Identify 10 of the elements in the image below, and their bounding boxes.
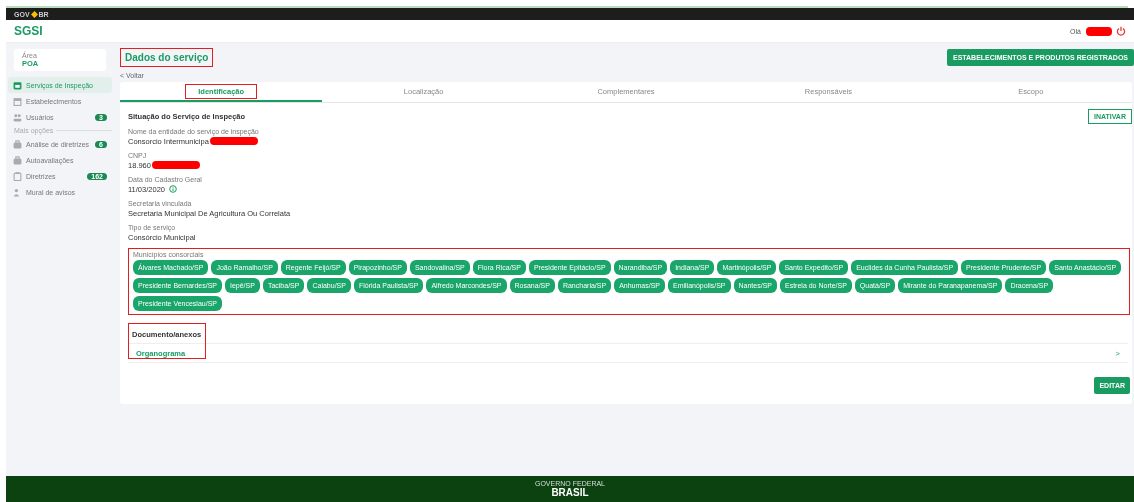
- page-title: Dados do serviço: [120, 48, 214, 67]
- logout-icon[interactable]: [1116, 26, 1126, 36]
- app-name: SGSI: [14, 24, 43, 38]
- info-icon[interactable]: [169, 185, 177, 193]
- store-icon: [13, 96, 22, 106]
- calendar-icon: [13, 80, 22, 90]
- clipboard-icon: [13, 171, 22, 181]
- briefcase-icon: [13, 155, 22, 165]
- briefcase-icon: [13, 139, 22, 149]
- users-icon: [13, 112, 22, 122]
